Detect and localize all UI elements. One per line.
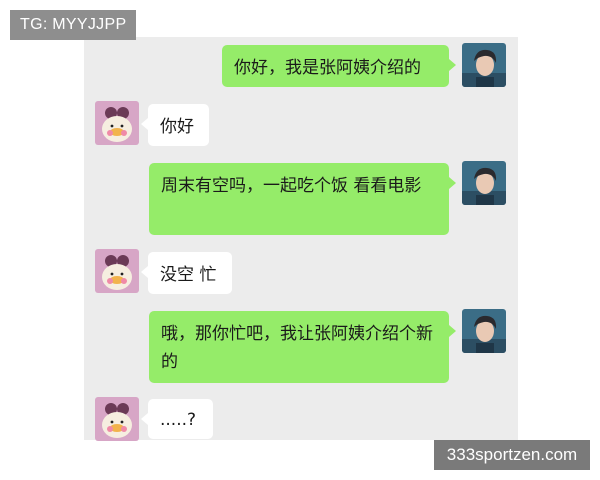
man-avatar[interactable] [462,161,506,205]
message-text: 周末有空吗，一起吃个饭 看看电影 [161,176,422,196]
message-text: 你好 [160,117,194,137]
message-bubble-received[interactable]: .....? [141,399,213,439]
duck-avatar[interactable] [95,101,139,145]
message-bubble-sent[interactable]: 你好，我是张阿姨介绍的 [222,45,456,87]
message-bubble-received[interactable]: 你好 [141,104,209,146]
watermark-site-label: 333sportzen.com [434,440,590,470]
message-bubble-sent[interactable]: 哦，那你忙吧，我让张阿姨介绍个新的 [149,311,456,383]
message-text: 你好，我是张阿姨介绍的 [234,58,421,78]
duck-avatar[interactable] [95,397,139,441]
man-avatar[interactable] [462,309,506,353]
duck-avatar[interactable] [95,249,139,293]
watermark-tg-label: TG: MYYJJPP [10,10,137,40]
man-avatar[interactable] [462,43,506,87]
message-text: 哦，那你忙吧，我让张阿姨介绍个新的 [161,324,433,372]
message-text: 没空 忙 [160,265,217,285]
message-bubble-sent[interactable]: 周末有空吗，一起吃个饭 看看电影 [149,163,456,235]
message-text: .....? [160,410,197,430]
message-bubble-received[interactable]: 没空 忙 [141,252,232,294]
